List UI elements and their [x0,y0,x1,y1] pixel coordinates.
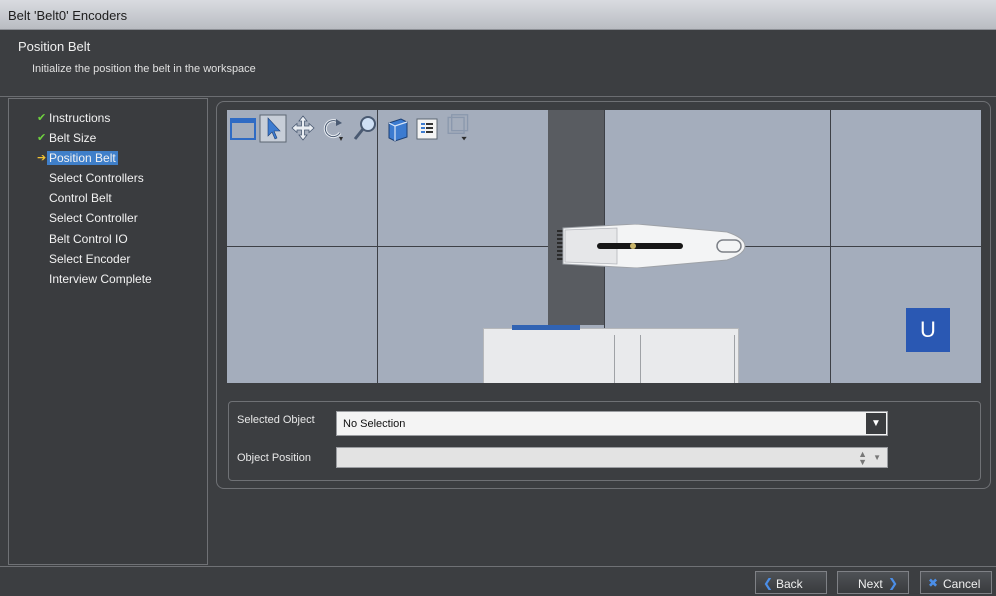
nav-item-label: Belt Size [49,131,97,145]
nav-item-select-controller[interactable]: Select Controller [49,211,138,227]
next-button-label: Next [858,577,883,591]
zoom-icon[interactable] [351,113,379,143]
orientation-button[interactable]: U [906,308,950,352]
nav-item-control-belt[interactable]: Control Belt [49,191,112,207]
back-button[interactable]: ❮ Back [755,571,827,594]
nav-item-belt-control-io[interactable]: Belt Control IO [49,232,128,248]
pointer-icon[interactable] [259,113,287,143]
controller-object[interactable] [483,325,739,383]
window-title: Belt 'Belt0' Encoders [8,8,128,23]
nav-item-select-encoder[interactable]: Select Encoder [49,252,130,268]
chevron-down-icon[interactable]: ▼ [873,453,881,462]
selected-object-dropdown[interactable]: No Selection ▼ [336,411,888,436]
nav-item-label: Instructions [49,111,111,125]
controller-slot [614,335,615,383]
nav-item-label: Position Belt [47,151,118,165]
nav-item-label: Interview Complete [49,272,152,286]
selected-object-label: Selected Object [237,414,315,426]
nav-item-label: Select Controllers [49,171,144,185]
controller-slot [640,335,641,383]
controller-top-plate [512,325,580,330]
belt-object[interactable] [548,110,604,325]
window-titlebar: Belt 'Belt0' Encoders [0,0,996,30]
view-mode-icon[interactable] [443,113,471,143]
nav-item-label: Belt Control IO [49,232,128,246]
window-icon[interactable] [229,113,257,143]
wizard-header: Position Belt Initialize the position th… [0,31,996,96]
nav-item-belt-size[interactable]: ✔ Belt Size [37,131,97,147]
object-position-field[interactable]: ▲ ▼ ▼ [336,447,888,468]
current-step-arrow-icon: ➔ [37,152,47,164]
step-title: Position Belt [18,39,91,54]
nav-item-label: Control Belt [49,191,112,205]
controller-slot [734,335,735,383]
nav-item-label: Select Controller [49,211,138,225]
next-arrow-icon: ❯ [888,576,899,590]
dropdown-arrow-icon[interactable]: ▼ [866,413,886,434]
cube-icon[interactable] [383,113,411,143]
robot-arm-object[interactable] [557,224,747,268]
nav-item-label: Select Encoder [49,252,131,266]
back-arrow-icon: ❮ [763,576,774,590]
check-icon: ✔ [37,132,47,144]
close-icon: ✖ [928,576,939,590]
object-position-label: Object Position [237,452,311,464]
next-button[interactable]: Next ❯ [837,571,909,594]
nav-item-select-controllers[interactable]: Select Controllers [49,171,144,187]
nav-item-position-belt[interactable]: ➔ Position Belt [37,151,118,167]
rotate-icon[interactable] [319,113,347,143]
header-divider [0,96,996,97]
nav-item-instructions[interactable]: ✔ Instructions [37,111,111,127]
3d-workspace-viewport[interactable]: U [227,110,981,383]
step-description: Initialize the position the belt in the … [32,63,256,75]
properties-icon[interactable] [413,113,441,143]
selected-object-value: No Selection [343,418,406,430]
cancel-button[interactable]: ✖ Cancel [920,571,992,594]
check-icon: ✔ [37,112,47,124]
nav-item-interview-complete[interactable]: Interview Complete [49,272,152,288]
pan-icon[interactable] [289,113,317,143]
wizard-step-list [8,98,208,565]
back-button-label: Back [776,577,803,591]
cancel-button-label: Cancel [943,577,981,591]
spinner-icon[interactable]: ▲ ▼ [858,450,867,467]
